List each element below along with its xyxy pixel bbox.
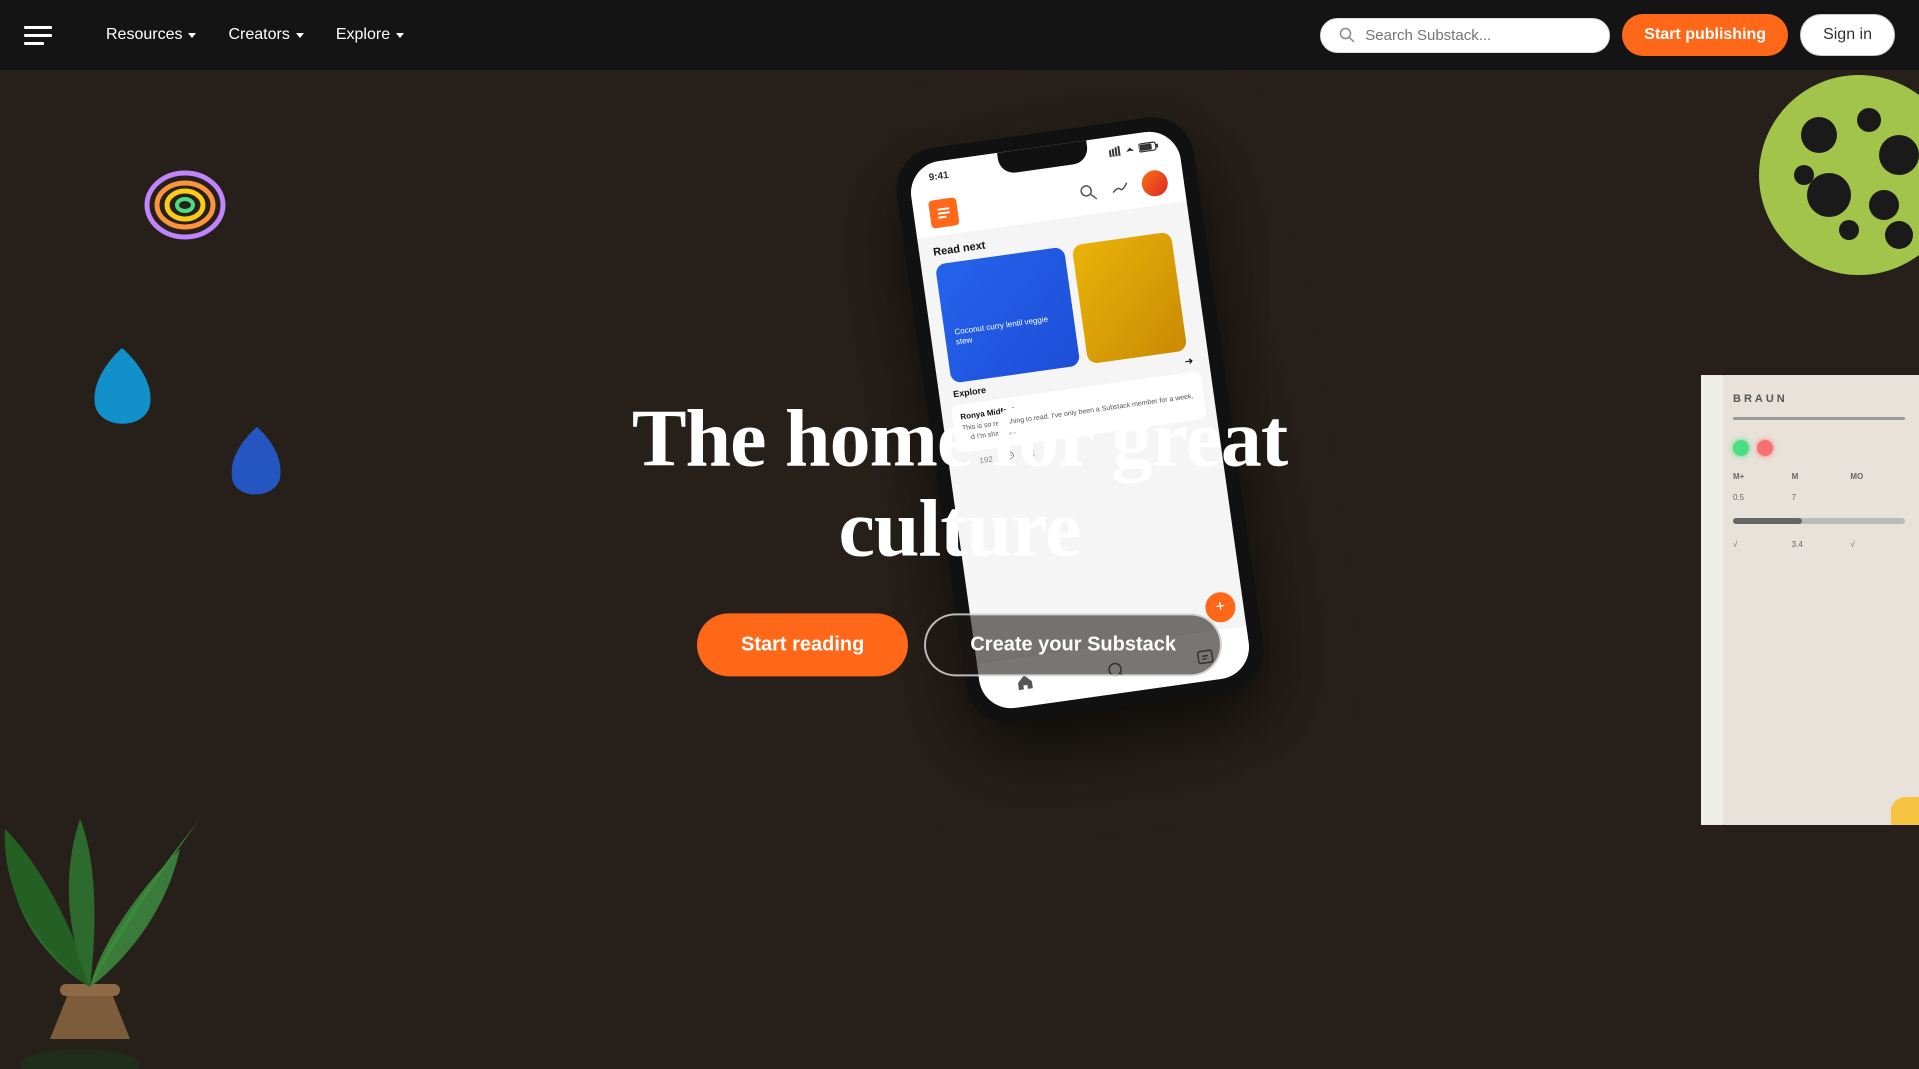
sign-in-button[interactable]: Sign in [1800,14,1895,56]
hero-title: The home for great culture [610,393,1310,573]
nav-resources[interactable]: Resources [92,18,210,52]
nav-explore[interactable]: Explore [322,18,418,52]
start-publishing-button[interactable]: Start publishing [1622,14,1788,56]
explore-chevron-icon [396,33,404,38]
start-reading-button[interactable]: Start reading [697,613,908,676]
braun-device-decoration: BRAUN M+ M MO 0.5 7 [1719,375,1919,825]
create-substack-button[interactable]: Create your Substack [924,613,1222,676]
search-icon [1339,27,1355,43]
resources-chevron-icon [188,33,196,38]
navbar: Resources Creators Explore Start publish… [0,0,1919,70]
nav-creators[interactable]: Creators [214,18,317,52]
search-input[interactable] [1365,27,1591,44]
creators-chevron-icon [296,33,304,38]
braun-white-bar-decoration [1701,375,1723,825]
hamburger-icon[interactable] [24,17,60,53]
phone-time: 9:41 [928,169,949,183]
nav-logo[interactable] [24,17,60,53]
phone-card-text: Coconut curry lentil veggie stew [953,312,1065,348]
hero-content: The home for great culture Start reading… [610,393,1310,676]
search-box[interactable] [1320,18,1610,53]
